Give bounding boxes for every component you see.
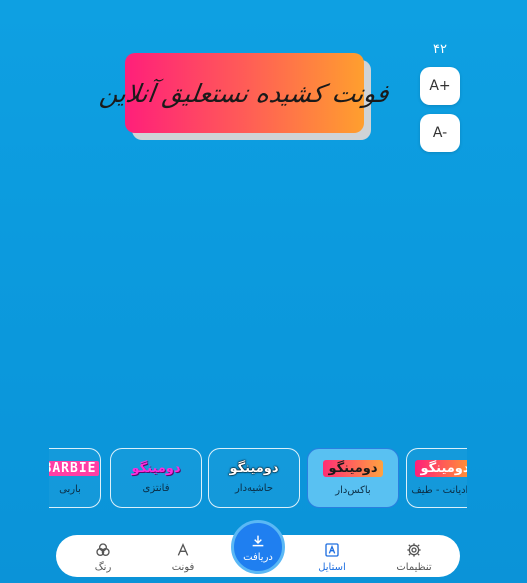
color-palette-icon [94, 541, 112, 559]
style-option-barbie[interactable]: BARBIE باربی [49, 448, 101, 508]
font-size-value: ۴۲ [433, 42, 447, 57]
style-option-gradient[interactable]: دومینگو گرادیانت - طیف [406, 448, 467, 508]
style-label: باکس‌دار [335, 485, 371, 496]
decrease-font-size-button[interactable]: A- [420, 114, 460, 152]
nav-style[interactable]: استایل [301, 538, 363, 576]
style-sample: دومینگو [415, 460, 467, 477]
text-preview-card: فونت کشیده نستعلیق آنلاین [98, 53, 391, 133]
style-label: حاشیه‌دار [234, 483, 274, 494]
nav-color[interactable]: رنگ [72, 538, 134, 576]
style-sample: BARBIE [49, 461, 100, 476]
nav-font-label: فونت [171, 562, 195, 573]
style-icon [323, 541, 341, 559]
download-button[interactable]: دریافت [231, 520, 285, 574]
gear-icon [405, 541, 423, 559]
nav-font[interactable]: فونت [152, 538, 214, 576]
font-icon [174, 541, 192, 559]
style-option-outline[interactable]: دومینگو حاشیه‌دار [208, 448, 300, 508]
style-carousel[interactable]: BARBIE باربی دومینگو فانتزی دومینگو حاشی… [49, 448, 467, 508]
style-label: فانتزی [142, 483, 170, 494]
nav-color-label: رنگ [94, 562, 112, 573]
style-sample: دومینگو [131, 461, 181, 476]
nav-style-label: استایل [318, 562, 346, 573]
style-option-boxed[interactable]: دومینگو باکس‌دار [307, 448, 399, 508]
increase-font-size-button[interactable]: A+ [420, 67, 460, 105]
style-label: گرادیانت - طیف [411, 485, 467, 496]
style-label: باربی [59, 484, 81, 495]
style-option-fantasy[interactable]: دومینگو فانتزی [110, 448, 202, 508]
style-sample: دومینگو [229, 461, 279, 476]
nav-settings[interactable]: تنظیمات [383, 538, 445, 576]
download-label: دریافت [243, 551, 273, 563]
preview-text: فونت کشیده نستعلیق آنلاین [98, 78, 391, 108]
style-sample: دومینگو [323, 460, 383, 477]
download-icon [249, 532, 267, 550]
nav-settings-label: تنظیمات [396, 562, 432, 573]
